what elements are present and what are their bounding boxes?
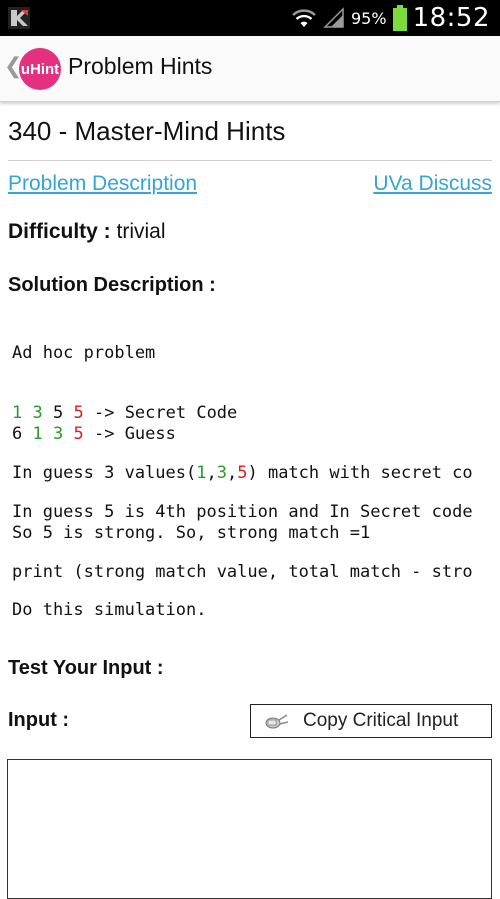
strong-line-2: So 5 is strong. So, strong match =1 [12,523,371,543]
input-label: Input : [8,709,70,731]
guess3-line: In guess 3 values(1,3,5) match with secr… [12,463,473,483]
guess3-v3: 5 [237,463,248,483]
simulation-line: Do this simulation. [12,600,207,620]
difficulty-value: trivial [110,220,166,243]
secret-token: 1 [12,403,23,423]
guess-line: 6 1 3 5 -> Guess [12,424,500,445]
guess3-suffix: ) match with secret co [247,463,473,483]
guess-token: 1 [32,424,43,444]
secret-token: 3 [32,403,43,423]
guess-token: 3 [53,424,64,444]
guess-suffix: -> Guess [83,424,176,444]
print-line: print (strong match value, total match -… [12,562,473,582]
secret-token: 5 [53,403,64,423]
clock: 18:52 [412,3,490,33]
copy-critical-input-label: Copy Critical Input [303,710,459,731]
guess-token: 6 [12,424,23,444]
guess3-prefix: In guess 3 values( [12,463,197,483]
action-bar: ❮ uHint Problem Hints [0,36,500,102]
uva-discuss-link[interactable]: UVa Discuss [373,172,492,196]
problem-description-link[interactable]: Problem Description [8,172,197,196]
signal-icon [323,7,344,28]
app-notification-icon [8,7,30,29]
guess3-v2: 3 [216,463,227,483]
strong-line-1: In guess 5 is 4th position and In Secret… [12,502,473,522]
battery-icon [392,5,407,31]
wifi-icon [292,9,316,27]
status-bar: 95% 18:52 [0,0,500,36]
guess-token: 5 [73,424,84,444]
secret-token: 5 [73,403,84,423]
action-bar-title: Problem Hints [68,53,213,79]
copy-icon [265,714,289,729]
difficulty-row: Difficulty : trivial [8,220,166,244]
copy-critical-input-button[interactable]: Copy Critical Input [250,704,492,738]
difficulty-label: Difficulty : [8,220,111,243]
battery-percent: 95% [351,8,387,28]
app-logo[interactable]: uHint [19,48,61,90]
problem-title: 340 - Master-Mind Hints [8,116,286,146]
secret-suffix: -> Secret Code [83,403,238,423]
test-input-heading: Test Your Input : [8,657,164,679]
solution-heading: Solution Description : [8,274,216,296]
divider [8,160,492,161]
solution-line-adhoc: Ad hoc problem [12,343,156,363]
guess3-v1: 1 [196,463,207,483]
input-textarea[interactable] [7,759,492,899]
secret-code-line: 1 3 5 5 -> Secret Code [12,403,500,424]
